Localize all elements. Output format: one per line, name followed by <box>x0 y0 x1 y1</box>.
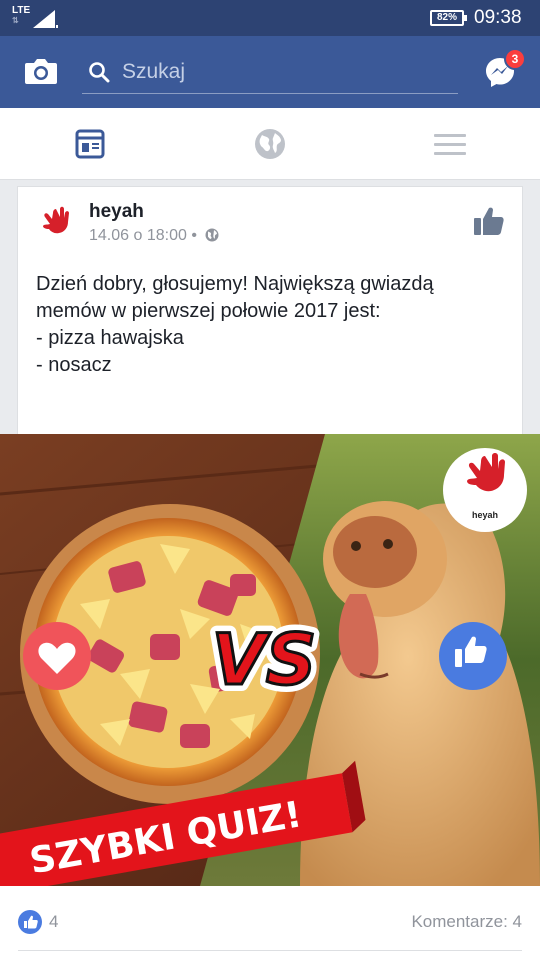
heart-reaction-button[interactable] <box>23 622 91 690</box>
camera-icon[interactable] <box>24 56 58 86</box>
post-image[interactable]: VS VS heyah SZYBKI QUIZ! <box>0 434 540 886</box>
top-bar: 3 <box>0 36 540 108</box>
footer-divider <box>18 950 522 951</box>
post-timestamp[interactable]: 14.06 o 18:00 <box>89 227 187 244</box>
like-reaction-button[interactable] <box>439 622 507 690</box>
public-globe-icon <box>205 228 219 242</box>
heyah-logo: heyah <box>443 448 527 532</box>
tab-menu[interactable] <box>430 126 470 162</box>
thumbs-up-icon[interactable] <box>472 205 506 237</box>
like-count-icon <box>18 910 42 934</box>
tab-bar <box>0 108 540 180</box>
quiz-image: VS VS heyah SZYBKI QUIZ! <box>0 434 540 886</box>
post-footer: 4 Komentarze: 4 <box>0 886 540 960</box>
post-text: Dzień dobry, głosujemy! Największą gwiaz… <box>36 273 434 376</box>
post-card: heyah 14.06 o 18:00 • Dzień dobry, głosu… <box>17 186 523 434</box>
search-icon <box>89 62 110 83</box>
messenger-badge: 3 <box>504 48 526 70</box>
meta-separator: • <box>191 227 197 244</box>
svg-text:heyah: heyah <box>472 510 498 520</box>
page-avatar[interactable] <box>36 203 76 243</box>
comments-count[interactable]: Komentarze: 4 <box>411 912 522 932</box>
tab-notifications-globe[interactable] <box>250 126 290 162</box>
tab-news-feed[interactable] <box>70 126 110 162</box>
signal-strength-icon <box>33 10 58 28</box>
clock: 09:38 <box>474 7 522 28</box>
like-count[interactable]: 4 <box>49 912 58 932</box>
battery-indicator: 82% <box>430 10 467 26</box>
search-bar[interactable] <box>82 52 458 94</box>
network-indicator: LTE ⇅ <box>12 5 31 26</box>
page-name[interactable]: heyah <box>89 201 144 223</box>
search-input[interactable] <box>122 56 442 88</box>
svg-text:VS: VS <box>212 619 317 701</box>
status-bar: LTE ⇅ 82% 09:38 <box>0 0 540 36</box>
vs-label: VS VS <box>205 612 324 708</box>
post-meta: 14.06 o 18:00 • <box>89 227 219 245</box>
